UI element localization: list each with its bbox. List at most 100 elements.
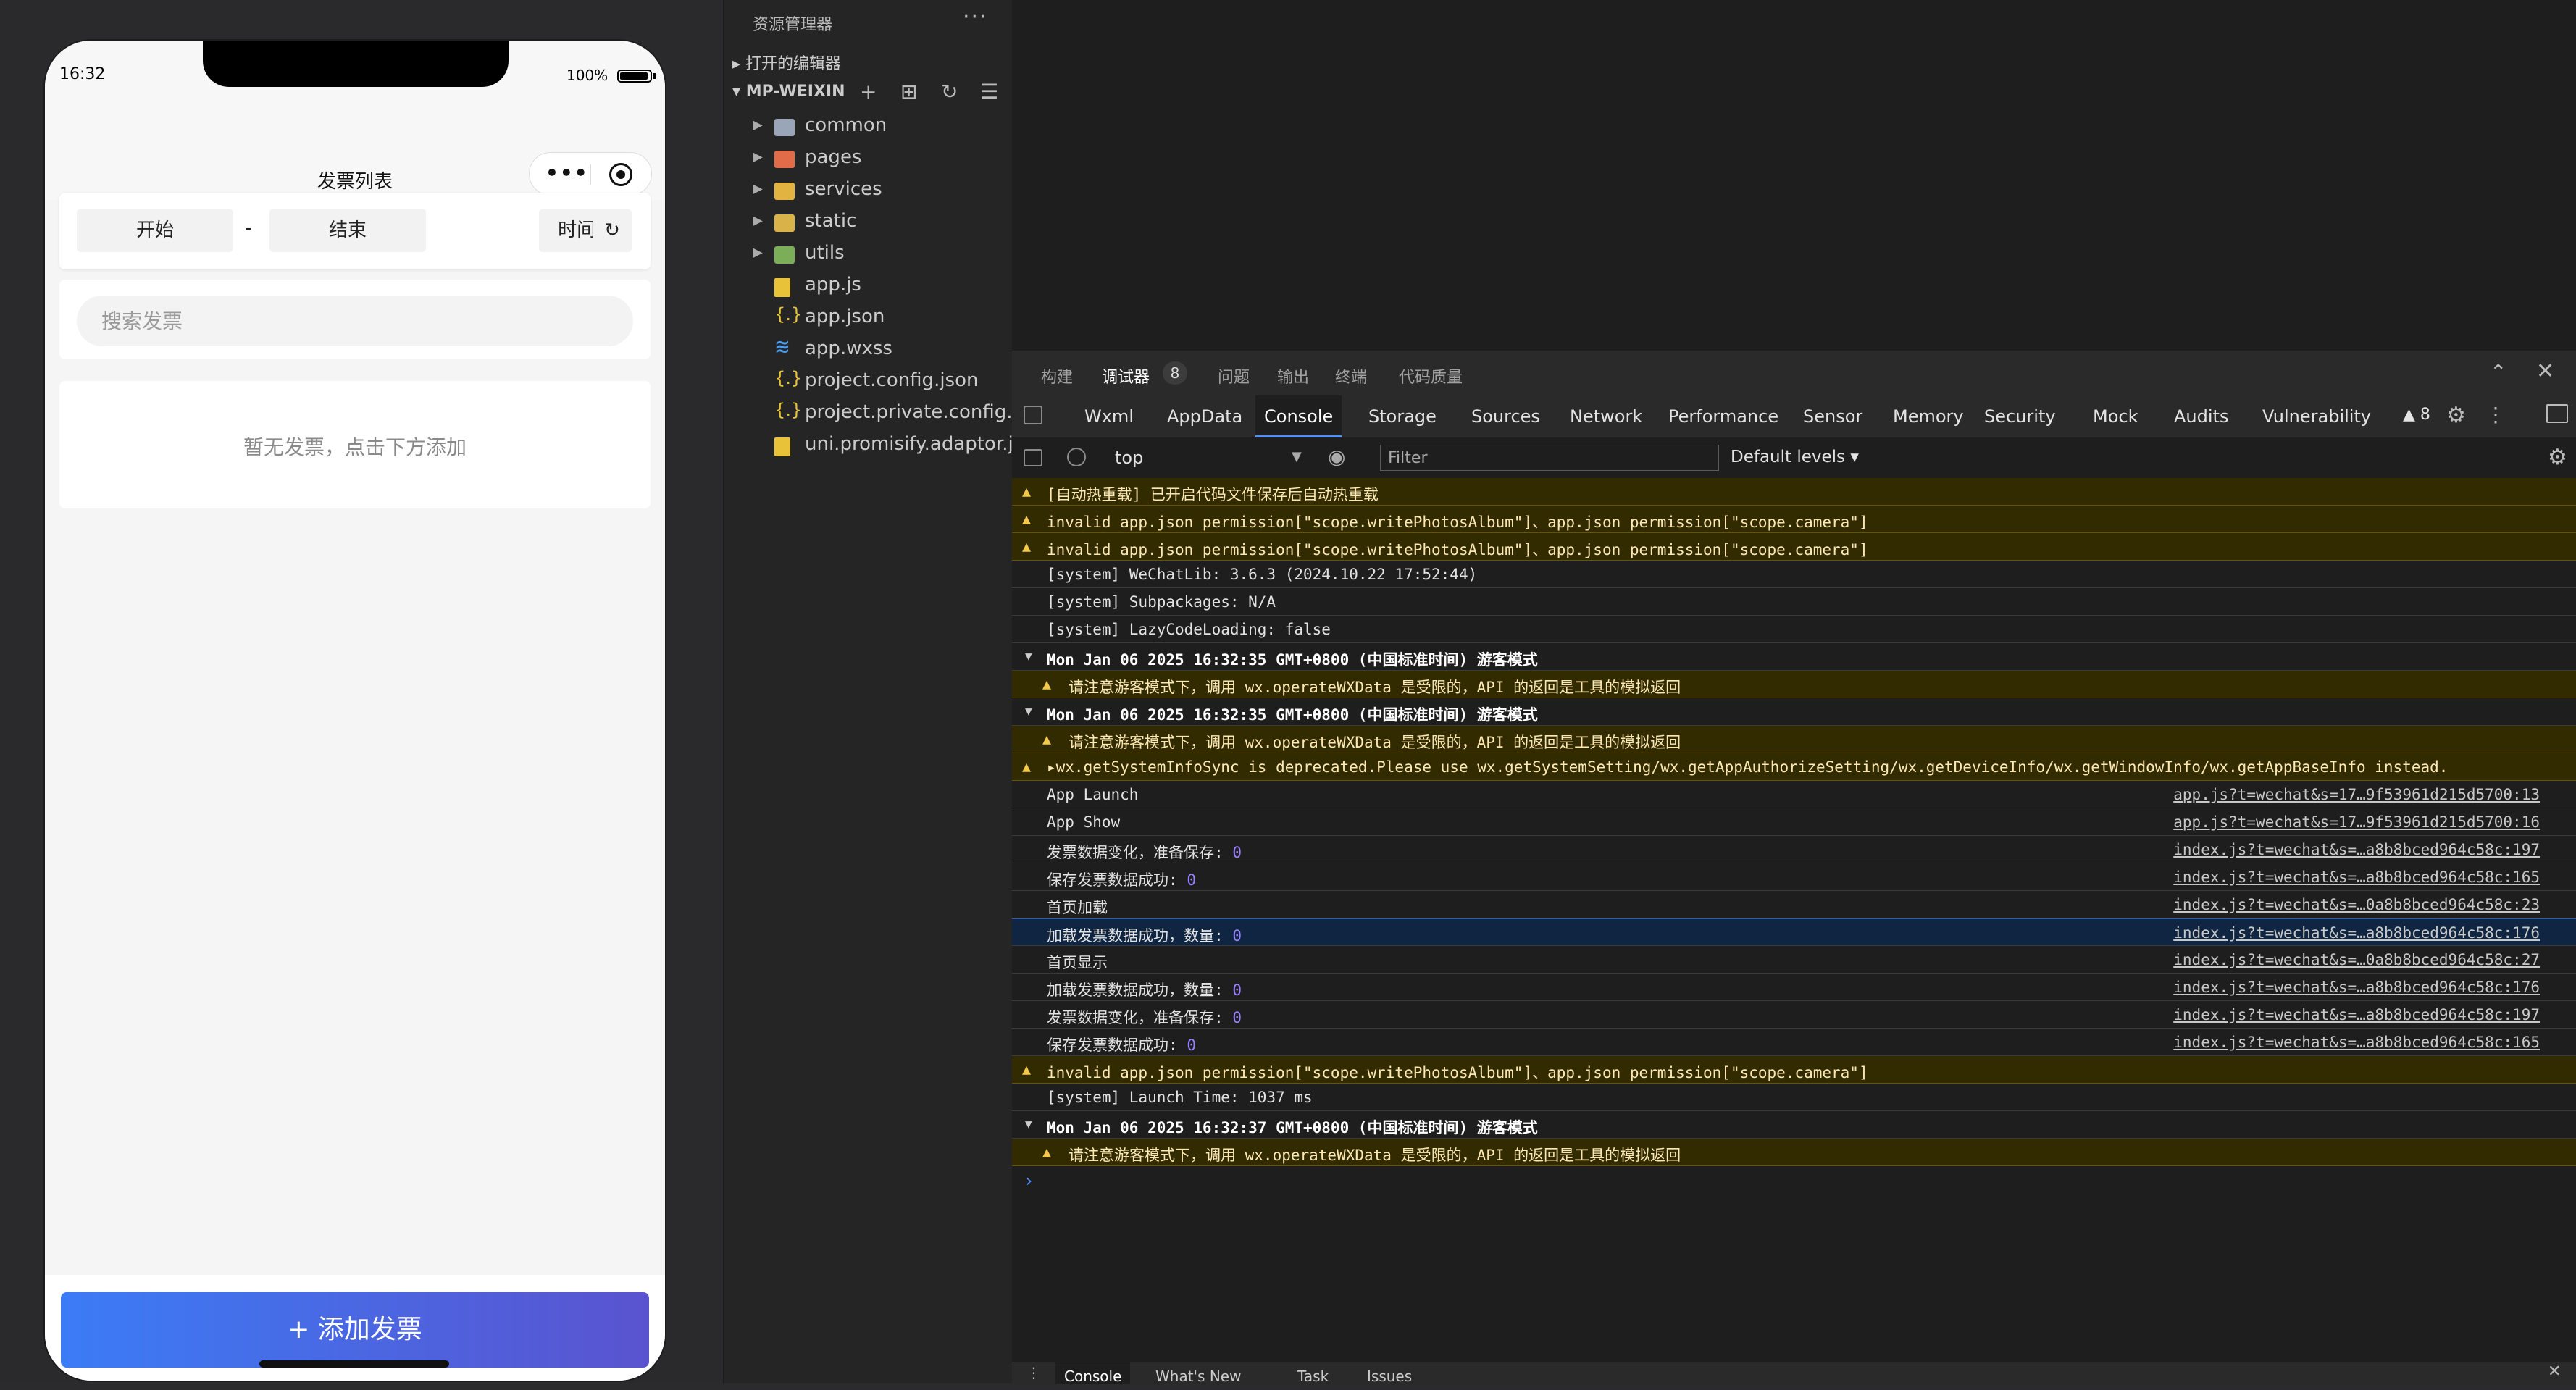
tree-item-utils[interactable]: ▶ utils [724, 239, 1012, 271]
context-selector[interactable]: top [1115, 448, 1245, 468]
tree-item-app-wxss[interactable]: ≋ app.wxss [724, 335, 1012, 367]
console-message-row[interactable]: [system] Launch Time: 1037 ms [1012, 1084, 2576, 1111]
drawer-tab-task[interactable]: Task [1289, 1362, 1337, 1385]
project-root[interactable]: ▾ MP-WEIXIN [732, 83, 845, 101]
tab-sources[interactable]: Sources [1463, 395, 1549, 437]
warning-count-badge[interactable]: ▲ 8 [2403, 406, 2430, 424]
console-prompt-row[interactable]: › [1012, 1166, 2576, 1194]
console-sidebar-icon[interactable] [1024, 449, 1042, 466]
context-dropdown-icon[interactable]: ▼ [1292, 449, 1302, 464]
reset-filter-button[interactable]: ↻ [593, 209, 632, 252]
console-message-row[interactable]: 加载发票数据成功，数量: 0 index.js?t=wechat&s=…a8b8b… [1012, 974, 2576, 1001]
tab-terminal[interactable]: 终端 [1335, 364, 1367, 388]
clear-console-icon[interactable] [1067, 448, 1086, 466]
source-link[interactable]: index.js?t=wechat&s=…0a8b8bced964c58c:23 [2173, 896, 2540, 913]
undock-icon[interactable] [2546, 404, 2568, 423]
collapse-all-icon[interactable]: ☰ [980, 80, 998, 104]
tab-performance[interactable]: Performance [1660, 395, 1787, 437]
source-link[interactable]: app.js?t=wechat&s=17…9f53961d215d5700:16 [2173, 813, 2540, 831]
drawer-tab-whats-new[interactable]: What's New [1147, 1362, 1250, 1385]
tab-output[interactable]: 输出 [1277, 364, 1309, 388]
console-message-row[interactable]: ▲ ▸wx.getSystemInfoSync is deprecated.Ple… [1012, 753, 2576, 781]
tab-console[interactable]: Console [1255, 395, 1342, 437]
start-date-picker[interactable]: 开始 [77, 209, 233, 252]
inspect-element-icon[interactable] [1024, 406, 1042, 424]
tab-wxml[interactable]: Wxml [1076, 395, 1142, 437]
tab-security[interactable]: Security [1975, 395, 2065, 437]
console-message-row[interactable]: ▼ Mon Jan 06 2025 16:32:35 GMT+0800 (中国标准… [1012, 643, 2576, 671]
drawer-tab-console[interactable]: Console [1055, 1362, 1131, 1385]
close-panel-icon[interactable]: ✕ [2536, 359, 2554, 384]
console-message-row[interactable]: [system] WeChatLib: 3.6.3 (2024.10.22 17… [1012, 561, 2576, 588]
new-folder-icon[interactable]: ⊞ [900, 80, 917, 104]
group-expand-icon[interactable]: ▼ [1025, 1117, 1032, 1131]
open-editors-section[interactable]: ▸ 打开的编辑器 [732, 51, 841, 74]
tab-build[interactable]: 构建 [1041, 364, 1073, 388]
console-message-row[interactable]: 首页加载 index.js?t=wechat&s=…0a8b8bced964c58… [1012, 891, 2576, 918]
group-expand-icon[interactable]: ▼ [1025, 704, 1032, 718]
end-date-picker[interactable]: 结束 [269, 209, 426, 252]
console-settings-icon[interactable]: ⚙ [2548, 445, 2567, 470]
kebab-menu-icon[interactable]: ⋮ [2485, 403, 2506, 427]
tree-item-pages[interactable]: ▶ pages [724, 143, 1012, 175]
tab-sensor[interactable]: Sensor [1794, 395, 1871, 437]
explorer-more-icon[interactable]: ··· [963, 4, 988, 30]
console-message-row[interactable]: ▼ Mon Jan 06 2025 16:32:35 GMT+0800 (中国标准… [1012, 698, 2576, 726]
group-expand-icon[interactable]: ▼ [1025, 649, 1032, 663]
console-message-row[interactable]: 加载发票数据成功，数量: 0 index.js?t=wechat&s=…a8b8b… [1012, 918, 2576, 946]
live-expression-eye-icon[interactable]: ◉ [1328, 445, 1345, 469]
tab-appdata[interactable]: AppData [1158, 395, 1251, 437]
refresh-icon[interactable]: ↻ [941, 80, 958, 104]
console-message-row[interactable]: 保存发票数据成功: 0 index.js?t=wechat&s=…a8b8bced… [1012, 863, 2576, 891]
tree-item-app-js[interactable]: app.js [724, 271, 1012, 303]
console-message-row[interactable]: ▲ [自动热重载] 已开启代码文件保存后自动热重载 [1012, 478, 2576, 506]
tree-item-uni-promisify[interactable]: uni.promisify.adaptor.js [724, 430, 1023, 462]
source-link[interactable]: index.js?t=wechat&s=…a8b8bced964c58c:165 [2173, 1034, 2540, 1051]
new-file-icon[interactable]: + [860, 80, 877, 104]
log-levels-dropdown[interactable]: Default levels ▾ [1731, 448, 1859, 466]
tab-network[interactable]: Network [1561, 395, 1651, 437]
console-message-row[interactable]: ▲ 请注意游客模式下，调用 wx.operateWXData 是受限的，API 的… [1012, 671, 2576, 698]
tab-mock[interactable]: Mock [2084, 395, 2146, 437]
console-message-row[interactable]: ▲ invalid app.json permission["scope.writ… [1012, 1056, 2576, 1084]
source-link[interactable]: index.js?t=wechat&s=…a8b8bced964c58c:197 [2173, 1006, 2540, 1023]
tab-storage[interactable]: Storage [1360, 395, 1445, 437]
tab-code-quality[interactable]: 代码质量 [1399, 364, 1463, 388]
console-message-row[interactable]: 发票数据变化，准备保存: 0 index.js?t=wechat&s=…a8b8b… [1012, 1001, 2576, 1029]
tree-item-project-private-config[interactable]: {.} project.private.config... [724, 398, 1024, 430]
collapse-panel-icon[interactable]: ⌃ [2490, 360, 2506, 384]
console-message-row[interactable]: 首页显示 index.js?t=wechat&s=…0a8b8bced964c58… [1012, 946, 2576, 974]
tab-problems[interactable]: 问题 [1218, 364, 1250, 388]
console-message-row[interactable]: ▲ 请注意游客模式下，调用 wx.operateWXData 是受限的，API 的… [1012, 1139, 2576, 1166]
console-message-row[interactable]: [system] LazyCodeLoading: false [1012, 616, 2576, 643]
tree-item-app-json[interactable]: {.} app.json [724, 303, 1012, 335]
source-link[interactable]: app.js?t=wechat&s=17…9f53961d215d5700:13 [2173, 786, 2540, 803]
tree-item-services[interactable]: ▶ services [724, 175, 1012, 207]
add-invoice-button[interactable]: + 添加发票 [61, 1292, 649, 1368]
source-link[interactable]: index.js?t=wechat&s=…a8b8bced964c58c:197 [2173, 841, 2540, 858]
source-link[interactable]: index.js?t=wechat&s=…a8b8bced964c58c:176 [2173, 979, 2540, 996]
tab-audits[interactable]: Audits [2165, 395, 2237, 437]
drawer-tab-issues[interactable]: Issues [1358, 1362, 1421, 1385]
settings-gear-icon[interactable]: ⚙ [2446, 403, 2466, 428]
more-menu-button[interactable]: ••• [545, 163, 589, 183]
console-message-row[interactable]: App Launch app.js?t=wechat&s=17…9f53961d2… [1012, 781, 2576, 808]
close-mini-program-icon[interactable] [609, 163, 632, 186]
tree-item-static[interactable]: ▶ static [724, 207, 1012, 239]
search-input[interactable] [77, 296, 633, 346]
drawer-close-icon[interactable]: ✕ [2548, 1362, 2561, 1381]
console-message-row[interactable]: ▲ invalid app.json permission["scope.writ… [1012, 506, 2576, 533]
tab-memory[interactable]: Memory [1884, 395, 1973, 437]
source-link[interactable]: index.js?t=wechat&s=…a8b8bced964c58c:176 [2173, 924, 2540, 942]
source-link[interactable]: index.js?t=wechat&s=…a8b8bced964c58c:165 [2173, 868, 2540, 886]
console-message-row[interactable]: ▲ 请注意游客模式下，调用 wx.operateWXData 是受限的，API 的… [1012, 726, 2576, 753]
console-filter-input[interactable] [1380, 445, 1719, 471]
drawer-menu-icon[interactable]: ⋮ [1026, 1364, 1041, 1381]
console-message-row[interactable]: 发票数据变化，准备保存: 0 index.js?t=wechat&s=…a8b8b… [1012, 836, 2576, 863]
console-message-row[interactable]: 保存发票数据成功: 0 index.js?t=wechat&s=…a8b8bced… [1012, 1029, 2576, 1056]
tab-debugger[interactable]: 调试器 [1102, 364, 1150, 388]
console-message-row[interactable]: [system] Subpackages: N/A [1012, 588, 2576, 616]
console-message-row[interactable]: App Show app.js?t=wechat&s=17…9f53961d215… [1012, 808, 2576, 836]
tree-item-common[interactable]: ▶ common [724, 112, 1012, 143]
source-link[interactable]: index.js?t=wechat&s=…0a8b8bced964c58c:27 [2173, 951, 2540, 968]
